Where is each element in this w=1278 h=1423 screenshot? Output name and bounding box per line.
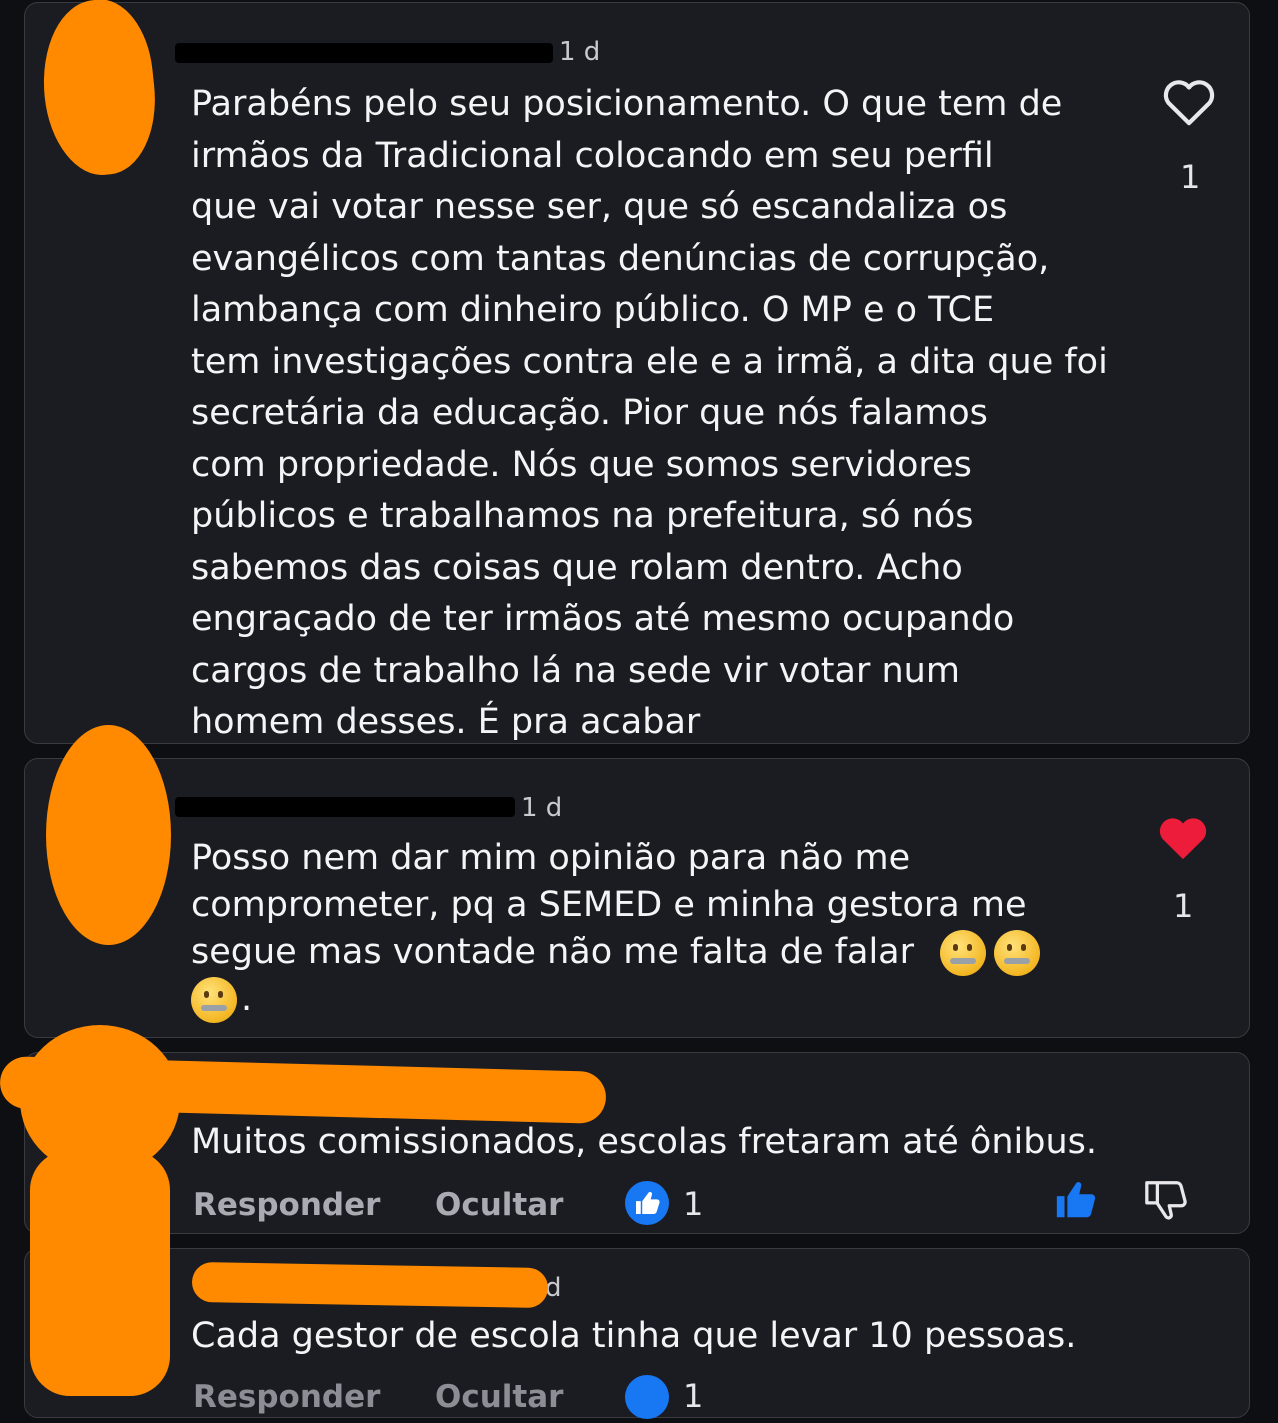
- comment-text: Cada gestor de escola tinha que levar 10…: [191, 1316, 1077, 1356]
- author-name-redacted: [175, 43, 553, 63]
- comment-card-1: 1 d Parabéns pelo seu posicionamento. O …: [24, 2, 1250, 744]
- comment-text-segment: segue mas vontade não me falta de falar: [191, 932, 915, 972]
- comment-text: Parabéns pelo seu posicionamento. O que …: [191, 84, 1108, 742]
- like-count: 1: [1173, 887, 1194, 925]
- hide-button[interactable]: Ocultar: [435, 1187, 563, 1223]
- like-badge-icon: [625, 1375, 669, 1419]
- zipper-mouth-face-icon: [994, 930, 1041, 976]
- like-count: 1: [1180, 158, 1201, 196]
- comment-text-line: segue mas vontade não me falta de falar: [191, 929, 1044, 976]
- zipper-mouth-face-icon: [191, 977, 237, 1023]
- comment-text: Posso nem dar mim opinião para não me co…: [191, 835, 1044, 1023]
- thumbs-down-icon[interactable]: [1143, 1177, 1189, 1223]
- redaction-scribble: [30, 1150, 170, 1396]
- comment-text-line: .: [191, 976, 1044, 1023]
- comment-text: Muitos comissionados, escolas fretaram a…: [191, 1122, 1098, 1162]
- comment-text-line: comprometer, pq a SEMED e minha gestora …: [191, 885, 1027, 925]
- like-badge-icon: [625, 1181, 669, 1225]
- thumbs-up-icon[interactable]: [1053, 1177, 1099, 1223]
- comment-text-line: Posso nem dar mim opinião para não me: [191, 838, 911, 878]
- zipper-mouth-face-icon: [940, 930, 987, 976]
- like-count: 1: [683, 1185, 704, 1223]
- reply-button[interactable]: Responder: [193, 1379, 380, 1415]
- redaction-scribble: [191, 1261, 549, 1309]
- hide-button[interactable]: Ocultar: [435, 1379, 563, 1415]
- like-count: 1: [683, 1377, 704, 1415]
- redaction-scribble: [46, 725, 171, 945]
- heart-outline-icon[interactable]: [1161, 75, 1217, 127]
- comment-timestamp: 1 d: [559, 37, 601, 67]
- heart-filled-icon[interactable]: [1155, 811, 1211, 863]
- comment-card-2: 1 d Posso nem dar mim opinião para não m…: [24, 758, 1250, 1038]
- comment-timestamp: 1 d: [521, 793, 563, 823]
- reply-button[interactable]: Responder: [193, 1187, 380, 1223]
- author-name-redacted: [175, 797, 515, 817]
- comment-text-segment: .: [241, 979, 253, 1019]
